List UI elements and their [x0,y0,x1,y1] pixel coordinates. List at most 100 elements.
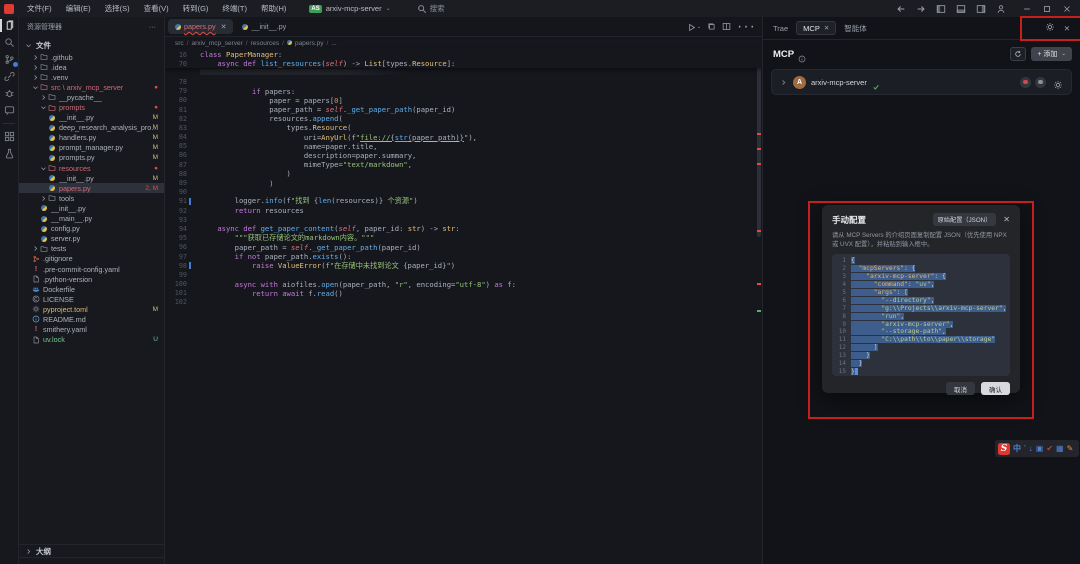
tree-item[interactable]: uv.lockU [19,335,164,345]
tree-item[interactable]: !.pre-commit-config.yaml [19,264,164,274]
tree-item[interactable]: prompts.pyM [19,153,164,163]
tree-item[interactable]: deep_research_analysis_prompt.pyM [19,123,164,133]
tree-item[interactable]: .github [19,52,164,62]
server-stop-icon[interactable] [1020,77,1031,88]
ime-logo-icon[interactable]: S [998,443,1010,455]
ime-tool-icon[interactable]: ↓ [1029,445,1033,453]
panel-close-icon[interactable]: ✕ [1064,24,1070,33]
panel-settings-icon[interactable] [1045,22,1055,34]
tree-item[interactable]: __init__.pyM [19,173,164,183]
account-icon[interactable] [996,4,1006,14]
ime-tool-icon[interactable]: ▦ [1056,445,1064,453]
breadcrumb-item[interactable]: papers.py [295,40,324,47]
nav-back-icon[interactable] [896,4,906,14]
ime-tool-icon[interactable]: ✎ [1067,445,1074,453]
beaker-icon[interactable] [0,145,19,162]
menu-item[interactable]: 文件(F) [20,4,59,13]
menu-item[interactable]: 转到(G) [176,4,216,13]
project-switcher[interactable]: AS arxiv-mcp-server ⌄ [309,4,390,13]
ime-mode-label[interactable]: 中 [1013,445,1021,453]
compare-icon[interactable] [707,18,716,36]
cancel-button[interactable]: 取消 [946,382,975,395]
breadcrumb-item[interactable]: resources [251,40,280,47]
tree-item[interactable]: README.md [19,314,164,324]
search-icon[interactable] [0,34,19,51]
tree-item[interactable]: handlers.pyM [19,133,164,143]
tree-item[interactable]: tests [19,244,164,254]
server-settings-icon[interactable] [1053,77,1063,87]
outline-section-header[interactable]: 大纲 [19,544,164,558]
config-json-editor[interactable]: 1{2 "mcpServers": {3 "arxiv-mcp-server":… [832,254,1010,376]
ime-toolbar[interactable]: S 中 ’↓▣✔▦✎ [995,440,1079,457]
window-maximize-icon[interactable] [1042,4,1052,14]
tree-item[interactable]: LICENSE [19,294,164,304]
tab-papers-py[interactable]: papers.py ✕ [168,19,233,34]
scrollbar-thumb[interactable] [757,67,761,237]
tab-mcp[interactable]: MCP ✕ [796,21,836,35]
tree-item[interactable]: __pycache__ [19,92,164,102]
tree-item[interactable]: papers.py2, M [19,183,164,193]
tree-item[interactable]: !smithery.yaml [19,325,164,335]
menu-item[interactable]: 选择(S) [98,4,137,13]
tab-close-icon[interactable]: ✕ [221,23,227,31]
dialog-close-icon[interactable]: ✕ [1003,215,1010,224]
explorer-more-icon[interactable]: ··· [149,24,156,31]
tree-item[interactable]: src \ arxiv_mcp_server● [19,82,164,92]
menu-item[interactable]: 终端(T) [215,4,254,13]
tree-item[interactable]: .venv [19,72,164,82]
tree-item[interactable]: __init__.pyM [19,113,164,123]
tree-item[interactable]: config.py [19,224,164,234]
bug-icon[interactable] [0,85,19,102]
tree-item[interactable]: .idea [19,62,164,72]
files-section-header[interactable]: 文件 [19,37,164,53]
extensions-icon[interactable] [0,128,19,145]
tab-init-py[interactable]: __init__.py [235,19,293,34]
chat-icon[interactable] [0,102,19,119]
raw-config-json-button[interactable]: 原始配置（JSON） [933,213,997,226]
breadcrumb-item[interactable]: src [175,40,184,47]
scm-icon[interactable] [0,51,19,68]
refresh-button[interactable] [1010,47,1026,61]
tree-item[interactable]: prompts● [19,102,164,112]
nav-forward-icon[interactable] [916,4,926,14]
window-minimize-icon[interactable] [1022,4,1032,14]
tree-item[interactable]: .python-version [19,274,164,284]
ime-tool-icon[interactable]: ’ [1024,445,1026,453]
tree-item[interactable]: Dockerfile [19,284,164,294]
ime-tool-icon[interactable]: ▣ [1036,445,1044,453]
breadcrumb-item[interactable]: arxiv_mcp_server [191,40,242,47]
confirm-button[interactable]: 确认 [981,382,1010,395]
add-server-button[interactable]: + 添加 ⌄ [1031,47,1072,61]
run-button[interactable]: ⌄ [687,23,701,32]
tree-item[interactable]: tools [19,193,164,203]
layout-sidebar-left-icon[interactable] [936,4,946,14]
folder-icon [40,63,48,71]
tree-item[interactable]: server.py [19,234,164,244]
menu-item[interactable]: 编辑(E) [59,4,98,13]
layout-panel-bottom-icon[interactable] [956,4,966,14]
split-editor-icon[interactable] [722,18,731,36]
mcp-server-row[interactable]: A arxiv-mcp-server [771,69,1072,95]
tab-agents[interactable]: 智能体 [844,23,867,34]
tree-item[interactable]: __main__.py [19,214,164,224]
link-icon[interactable] [0,68,19,85]
layout-sidebar-right-icon[interactable] [976,4,986,14]
menu-item[interactable]: 帮助(H) [254,4,293,13]
global-search[interactable]: 搜索 [417,3,445,14]
ime-tool-icon[interactable]: ✔ [1046,445,1053,453]
window-close-icon[interactable] [1062,4,1072,14]
explorer-icon[interactable] [0,17,19,34]
tab-close-icon[interactable]: ✕ [824,24,829,32]
tree-item[interactable]: __init__.py [19,203,164,213]
server-status-icon[interactable] [1035,77,1046,88]
tree-item[interactable]: prompt_manager.pyM [19,143,164,153]
more-actions-icon[interactable]: ··· [737,18,756,36]
tree-item[interactable]: pyproject.tomlM [19,304,164,314]
breadcrumb[interactable]: src/arxiv_mcp_server/resources/papers.py… [165,37,762,49]
menu-item[interactable]: 查看(V) [137,4,176,13]
tab-trae[interactable]: Trae [773,24,788,33]
breadcrumb-item[interactable]: ... [331,40,336,47]
chevron-right-icon[interactable] [780,79,787,86]
tree-item[interactable]: resources● [19,163,164,173]
tree-item[interactable]: .gitignore [19,254,164,264]
